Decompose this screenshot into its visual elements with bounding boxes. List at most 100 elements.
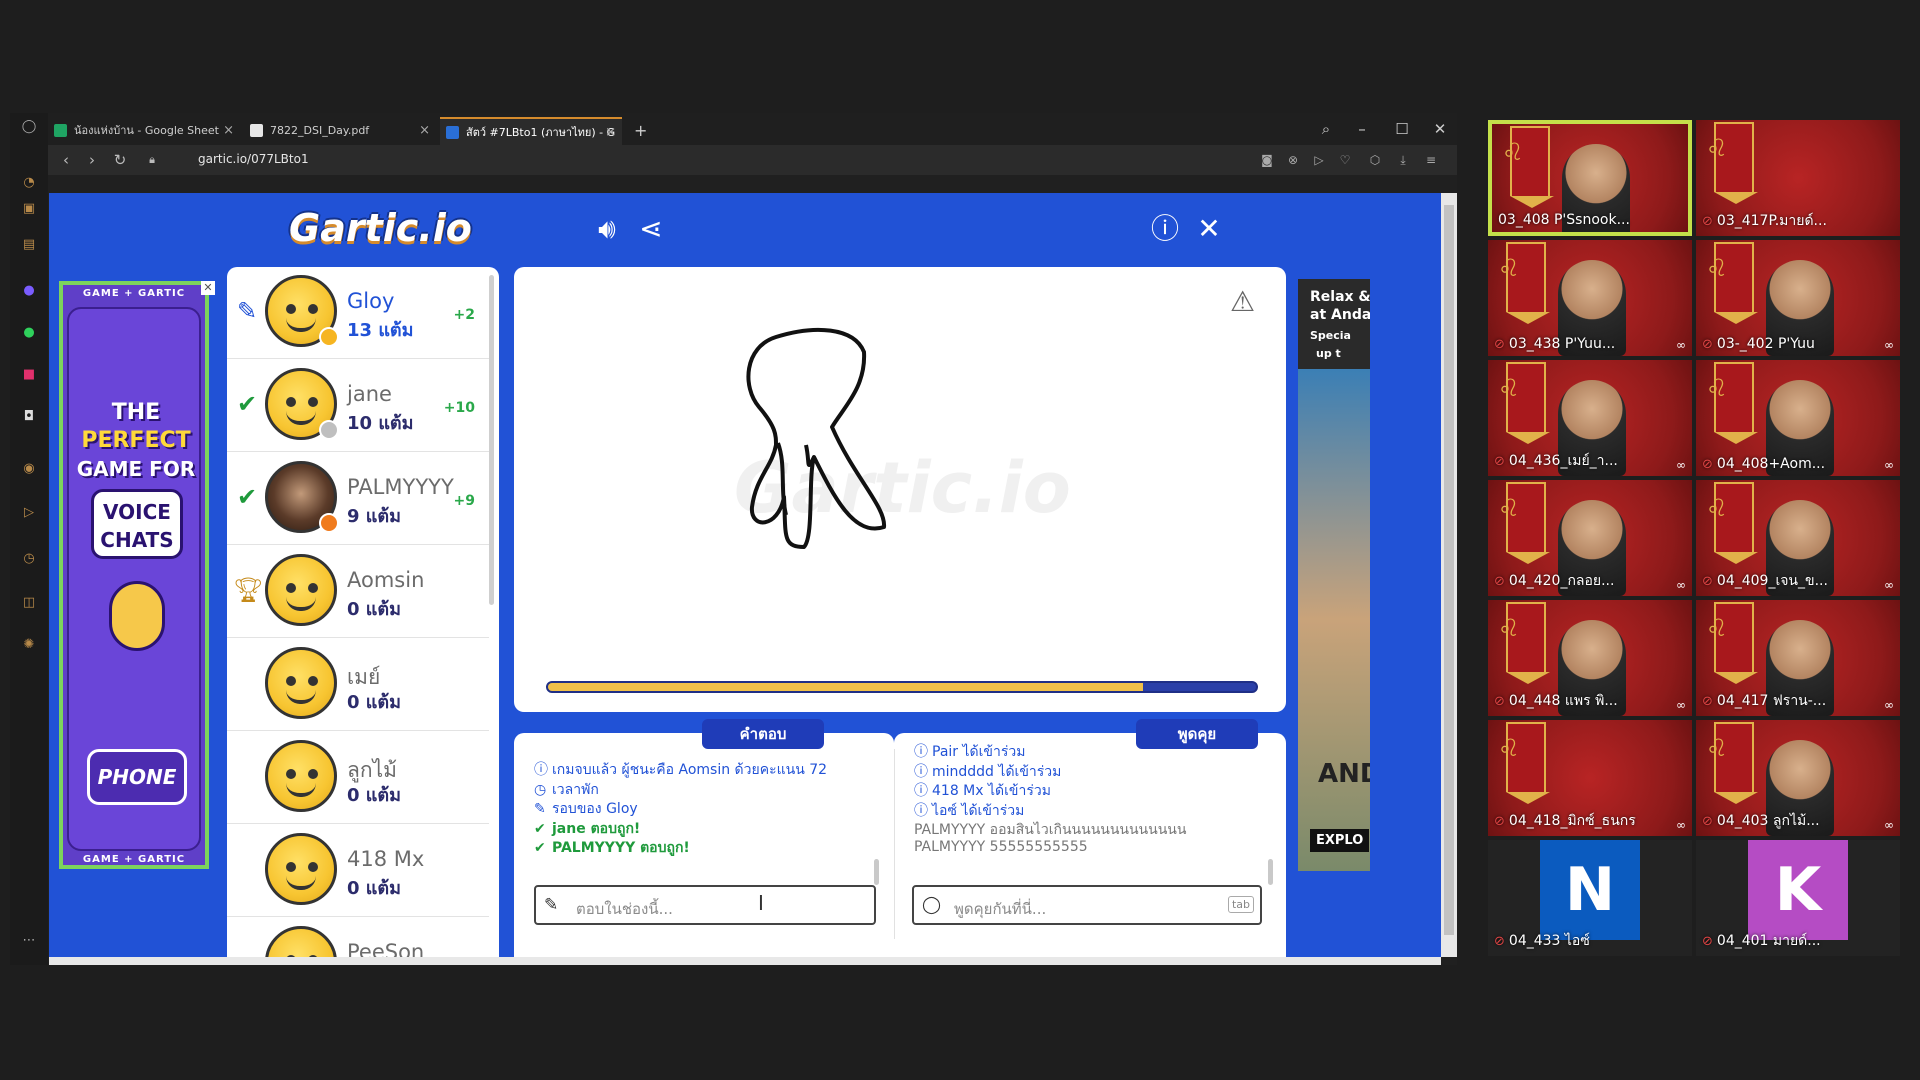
participant-tile[interactable]: ♌︎ 03_408 P'Ssnook... — [1488, 120, 1692, 236]
history-icon[interactable]: ◷ — [21, 551, 37, 567]
info-icon: ⓘ — [534, 762, 548, 778]
tab-google-sheet[interactable]: น้องแห่งบ้าน - Google Sheet × — [48, 117, 240, 145]
discord-icon[interactable]: ◘ — [21, 409, 37, 425]
participant-tile[interactable]: ♌︎ ⊘ 03_438 P'Yuu... ∞ — [1488, 240, 1692, 356]
participant-tile[interactable]: ♌︎ ⊘ 03_417P.มายด์... — [1696, 120, 1900, 236]
exit-icon[interactable]: ✕ — [1191, 211, 1227, 247]
scroll-thumb[interactable] — [1444, 205, 1454, 935]
player-row[interactable]: 🏆︎ Aomsin 0 แต้ม — [227, 546, 489, 638]
info-icon[interactable]: ⓘ — [1147, 211, 1183, 247]
player-mark — [233, 762, 261, 790]
avatar — [265, 647, 337, 719]
camera-icon[interactable]: ◙ — [1258, 151, 1276, 169]
tab-pdf[interactable]: 7822_DSI_Day.pdf × — [244, 117, 436, 145]
participant-tile[interactable]: ♌︎ ⊘ 04_417 ฟราน-... ∞ — [1696, 600, 1900, 716]
ad-cta[interactable]: EXPLO — [1310, 829, 1370, 852]
url-field[interactable]: gartic.io/077LBto1 — [198, 152, 309, 166]
participant-tile[interactable]: K ⊘ 04_401 มายด์... — [1696, 840, 1900, 956]
drawing-canvas[interactable]: Gartic.io ⚠ — [514, 267, 1286, 712]
bag-icon[interactable]: ▣ — [21, 201, 37, 217]
page-scrollbar-vertical[interactable] — [1441, 193, 1457, 957]
speed-dial-icon[interactable]: ◔ — [21, 175, 37, 191]
participant-label: ⊘ 04_448 แพร พิ... — [1494, 690, 1618, 712]
participant-name: 04_417 ฟราน-... — [1716, 693, 1827, 709]
participant-tile[interactable]: ♌︎ ⊘ 04_420_กลอย... ∞ — [1488, 480, 1692, 596]
participant-tile[interactable]: ♌︎ ⊘ 04_403 ลูกไม้... ∞ — [1696, 720, 1900, 836]
search-tabs-icon[interactable]: ⌕ — [1312, 117, 1340, 141]
minimize-icon[interactable]: – — [1348, 117, 1376, 141]
participant-tile[interactable]: ♌︎ ⊘ 04_448 แพร พิ... ∞ — [1488, 600, 1692, 716]
extensions-icon[interactable]: ⬡ — [1366, 151, 1384, 169]
sound-icon[interactable]: 🔊︎ — [589, 211, 625, 247]
messenger-icon[interactable]: ● — [21, 283, 37, 299]
participant-name: 03_438 P'Yuu... — [1508, 336, 1616, 352]
whatsapp-icon[interactable]: ● — [21, 325, 37, 341]
answer-input[interactable]: ✎ ตอบในช่องนี้... I — [534, 885, 876, 925]
close-icon[interactable]: × — [605, 119, 616, 145]
chat-input[interactable]: ◯ พูดคุยกันที่นี่... tab — [912, 885, 1262, 925]
left-advertisement[interactable]: GAME + GARTIC THE PERFECT GAME FOR VOICE… — [59, 281, 209, 869]
player-row[interactable]: ลูกไม้ 0 แต้ม — [227, 732, 489, 824]
reload-icon[interactable]: ↻ — [110, 150, 130, 170]
new-tab-button[interactable]: + — [624, 117, 654, 145]
participant-name: 04_408+Aom... — [1716, 456, 1826, 472]
vr-icon: ∞ — [1884, 338, 1894, 352]
chat-tab[interactable]: พูดคุย — [1136, 719, 1258, 749]
more-icon[interactable]: ⋯ — [21, 933, 37, 949]
play-icon[interactable]: ▷ — [1310, 151, 1328, 169]
send-icon[interactable]: ▷ — [21, 505, 37, 521]
participant-label: ⊘ 04_408+Aom... — [1702, 456, 1825, 472]
close-icon[interactable]: × — [419, 117, 430, 145]
participant-label: ⊘ 03-_402 P'Yuu — [1702, 336, 1815, 352]
drawing — [746, 327, 887, 549]
player-row[interactable]: เมย์ 0 แต้ม — [227, 639, 489, 731]
participant-label: ⊘ 04_403 ลูกไม้... — [1702, 810, 1820, 832]
ad-close-icon[interactable]: ✕ — [201, 281, 215, 295]
player-row[interactable]: 418 Mx 0 แต้ม — [227, 825, 489, 917]
participant-tile[interactable]: ♌︎ ⊘ 04_409_เจน_ข... ∞ — [1696, 480, 1900, 596]
tab-gartic[interactable]: สัตว์ #7LBto1 (ภาษาไทย) - G × — [440, 117, 622, 145]
answers-tab[interactable]: คำตอบ — [702, 719, 824, 749]
player-list-scrollbar[interactable] — [489, 275, 494, 605]
twitch-icon[interactable]: ▤ — [21, 237, 37, 253]
right-advertisement[interactable]: Relax & at Anda Specia up t AND EXPLO — [1298, 279, 1370, 871]
chat-scrollbar[interactable] — [1268, 859, 1273, 885]
instagram-icon[interactable]: ■ — [21, 367, 37, 383]
player-icon[interactable]: ◉ — [21, 461, 37, 477]
participant-tile[interactable]: N ⊘ 04_433 ไอซ์ — [1488, 840, 1692, 956]
player-row[interactable]: ✎ Gloy 13 แต้ม +2 — [227, 267, 489, 359]
avatar — [265, 554, 337, 626]
trophy-icon: 🏆︎ — [233, 576, 264, 604]
report-warning-icon[interactable]: ⚠ — [1230, 285, 1255, 318]
mic-muted-icon: ⊘ — [1494, 814, 1505, 829]
box-icon[interactable]: ◫ — [21, 595, 37, 611]
settings-icon[interactable]: ✺ — [21, 637, 37, 653]
participant-tile[interactable]: ♌︎ ⊘ 03-_402 P'Yuu ∞ — [1696, 240, 1900, 356]
answers-scrollbar[interactable] — [874, 859, 879, 885]
menu-icon[interactable]: ≡ — [1422, 151, 1440, 169]
page-scrollbar-horizontal[interactable] — [49, 957, 1441, 965]
forward-icon[interactable]: › — [82, 150, 102, 170]
mic-muted-icon: ⊘ — [1702, 694, 1713, 709]
player-row[interactable]: ✔ PALMYYYY 9 แต้ม +9 — [227, 453, 489, 545]
heart-icon[interactable]: ♡ — [1336, 151, 1354, 169]
maximize-icon[interactable]: ☐ — [1388, 117, 1416, 141]
close-icon[interactable]: × — [223, 117, 234, 145]
text-cursor-icon: I — [758, 891, 764, 915]
window-close-icon[interactable]: ✕ — [1426, 117, 1454, 141]
participant-tile[interactable]: ♌︎ ⊘ 04_436_เมย์_า... ∞ — [1488, 360, 1692, 476]
participant-label: ⊘ 03_438 P'Yuu... — [1494, 336, 1615, 352]
share-icon[interactable]: ⋖ — [633, 211, 669, 247]
player-row[interactable]: ✔ jane 10 แต้ม +10 — [227, 360, 489, 452]
check-icon: ✔ — [236, 483, 258, 511]
message-text: jane ตอบถูก! — [552, 820, 641, 837]
adblock-icon[interactable]: ⊗ — [1284, 151, 1302, 169]
participant-tile[interactable]: ♌︎ ⊘ 04_408+Aom... ∞ — [1696, 360, 1900, 476]
document-icon — [250, 124, 263, 137]
player-row[interactable]: PeeSon — [227, 918, 489, 957]
gartic-logo[interactable]: Gartic.io — [289, 206, 472, 250]
download-icon[interactable]: ⤓ — [1394, 151, 1412, 169]
back-icon[interactable]: ‹ — [56, 150, 76, 170]
opera-logo-icon[interactable]: ◯ — [21, 119, 37, 135]
participant-tile[interactable]: ♌︎ ⊘ 04_418_มิกซ์_ธนกร ∞ — [1488, 720, 1692, 836]
